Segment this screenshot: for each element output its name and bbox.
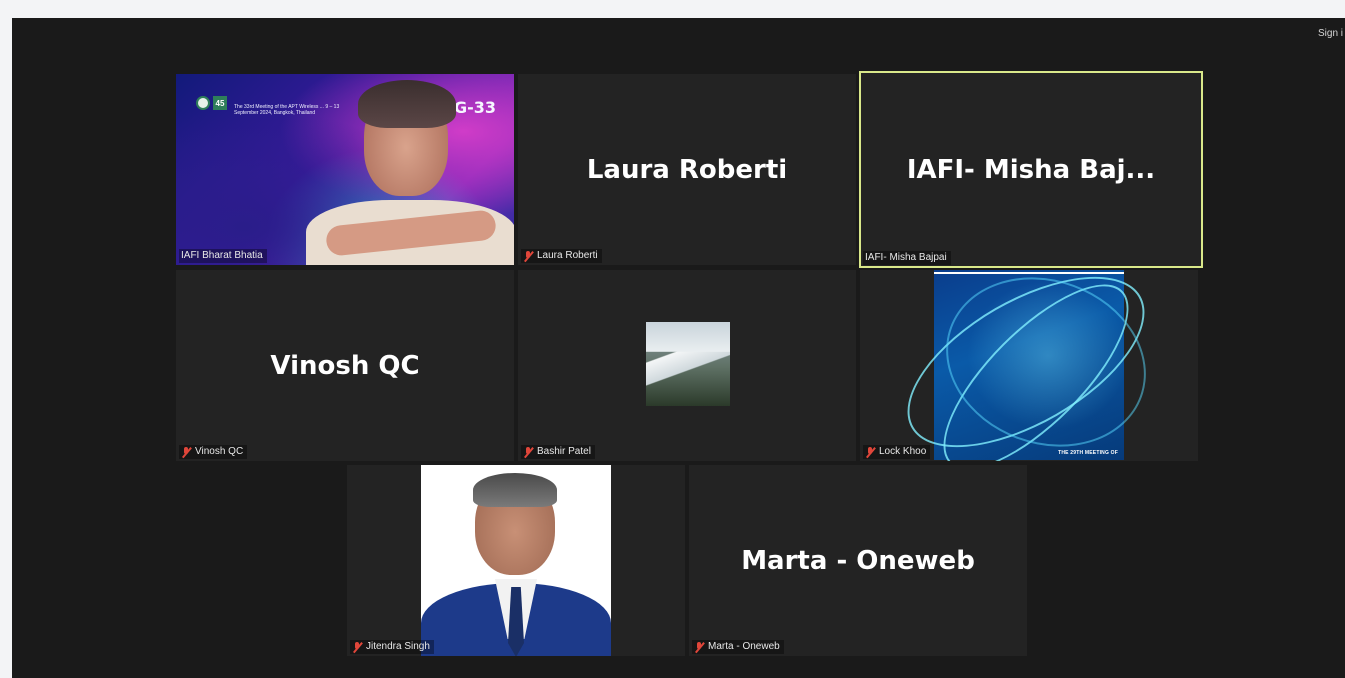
profile-picture xyxy=(646,322,730,406)
participant-display-name: Marta - Oneweb xyxy=(741,545,975,576)
participant-name: Vinosh QC xyxy=(195,446,244,457)
mic-muted-icon xyxy=(523,446,534,458)
anniversary-badge: 45 xyxy=(213,96,227,110)
participant-name: Marta - Oneweb xyxy=(708,641,780,652)
participant-tile-lock-khoo[interactable]: THE 29TH MEETING OF Lock Khoo xyxy=(860,270,1198,461)
participant-name: Bashir Patel xyxy=(537,446,591,457)
participant-name-label: Laura Roberti xyxy=(521,249,602,263)
participant-tile-bashir-patel[interactable]: Bashir Patel xyxy=(518,270,856,461)
event-logo: 45 xyxy=(196,96,227,110)
participant-tile-marta-oneweb[interactable]: Marta - Oneweb Marta - Oneweb xyxy=(689,465,1027,656)
participant-name-label: Marta - Oneweb xyxy=(692,640,784,654)
participant-name-label: IAFI Bharat Bhatia xyxy=(179,249,267,263)
mic-muted-icon xyxy=(181,446,192,458)
participant-name: IAFI Bharat Bhatia xyxy=(181,250,263,261)
mic-muted-icon xyxy=(694,641,705,653)
apt-logo-icon xyxy=(196,96,210,110)
profile-picture xyxy=(421,465,611,656)
participant-tile-laura-roberti[interactable]: Laura Roberti Laura Roberti xyxy=(518,74,856,265)
participant-tile-misha-bajpai[interactable]: IAFI- Misha Baj... IAFI- Misha Bajpai xyxy=(859,71,1203,268)
participant-name-label: IAFI- Misha Bajpai xyxy=(863,251,951,265)
slide-caption: THE 29TH MEETING OF xyxy=(1058,450,1118,456)
banner-text: The 33rd Meeting of the APT Wireless ...… xyxy=(234,104,340,116)
participant-name: Lock Khoo xyxy=(879,446,927,457)
meeting-gallery: Sign i 45 The 33rd Meeting of the APT Wi… xyxy=(12,18,1345,678)
participant-name-label: Vinosh QC xyxy=(179,445,248,459)
participant-name-label: Lock Khoo xyxy=(863,445,931,459)
participant-name: Jitendra Singh xyxy=(366,641,430,652)
participant-name-label: Jitendra Singh xyxy=(350,640,434,654)
sign-in-link[interactable]: Sign i xyxy=(1318,28,1343,39)
participant-tile-vinosh-qc[interactable]: Vinosh QC Vinosh QC xyxy=(176,270,514,461)
participant-display-name: Vinosh QC xyxy=(270,350,420,381)
participant-video-person xyxy=(306,80,514,265)
participant-name-label: Bashir Patel xyxy=(521,445,595,459)
participant-tile-bharat-bhatia[interactable]: 45 The 33rd Meeting of the APT Wireless … xyxy=(176,74,514,265)
participant-display-name: Laura Roberti xyxy=(586,154,788,185)
participant-display-name: IAFI- Misha Baj... xyxy=(906,154,1156,185)
mic-muted-icon xyxy=(352,641,363,653)
profile-picture: THE 29TH MEETING OF xyxy=(880,270,1172,461)
participant-name: Laura Roberti xyxy=(537,250,598,261)
mic-muted-icon xyxy=(523,250,534,262)
mic-muted-icon xyxy=(865,446,876,458)
participant-name: IAFI- Misha Bajpai xyxy=(865,252,947,263)
participant-tile-jitendra-singh[interactable]: Jitendra Singh xyxy=(347,465,685,656)
